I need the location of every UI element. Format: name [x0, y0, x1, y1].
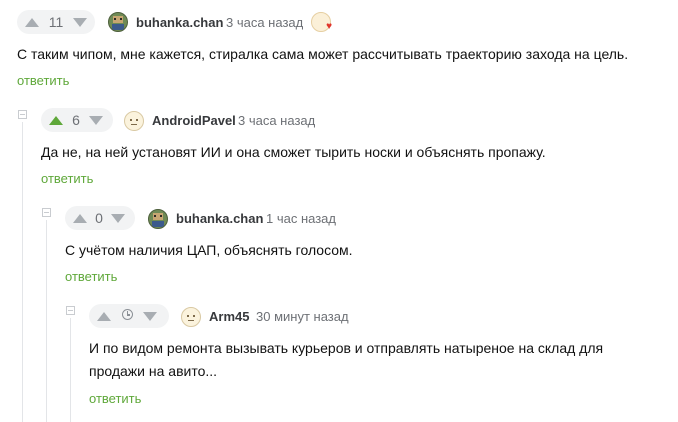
collapse-thread-button[interactable] — [18, 110, 27, 119]
vote-widget: 0 — [65, 206, 135, 230]
reply-link[interactable]: ответить — [41, 171, 93, 186]
comment-text: С таким чипом, мне кажется, стиралка сам… — [17, 43, 667, 66]
thread-line-level-2 — [46, 220, 47, 422]
comment-text-line: С таким чипом, мне кажется, стиралка сам… — [17, 46, 629, 62]
downvote-icon[interactable] — [73, 17, 87, 27]
upvote-icon[interactable] — [97, 311, 111, 321]
comment-author[interactable]: buhanka.chan — [176, 211, 263, 226]
comment-text: И по видом ремонта вызывать курьеров и о… — [89, 337, 669, 383]
upvote-icon[interactable] — [25, 17, 39, 27]
comment-text: Да не, на ней установят ИИ и она сможет … — [41, 141, 661, 164]
pixel-avatar-icon[interactable] — [108, 12, 128, 32]
vote-count: 11 — [48, 14, 64, 30]
vote-widget — [89, 304, 169, 328]
downvote-icon[interactable] — [111, 213, 125, 223]
downvote-icon[interactable] — [89, 115, 103, 125]
comment-author[interactable]: AndroidPavel — [152, 113, 236, 128]
pixel-avatar-icon[interactable] — [148, 209, 168, 229]
comment-author[interactable]: Arm45 — [209, 309, 249, 324]
vote-count: 6 — [72, 112, 80, 128]
comment-text-line: Да не, на ней установят ИИ и она сможет … — [41, 144, 546, 160]
default-avatar-icon[interactable] — [124, 111, 144, 131]
upvote-icon[interactable] — [49, 115, 63, 125]
thread-line-level-3 — [70, 318, 71, 422]
comment-time[interactable]: 30 минут назад — [256, 309, 349, 324]
comment-time[interactable]: 1 час назад — [266, 211, 336, 226]
vote-widget: 11 — [17, 10, 95, 34]
comment-author[interactable]: buhanka.chan — [136, 15, 223, 30]
comment-text-line: И по видом ремонта вызывать курьеров и о… — [89, 340, 604, 356]
thread-line-level-1 — [22, 122, 23, 422]
vote-count: 0 — [95, 210, 103, 226]
reply-link[interactable]: ответить — [89, 391, 141, 406]
reply-link[interactable]: ответить — [65, 269, 117, 284]
comment-text-line: продажи на авито... — [89, 363, 218, 379]
default-avatar-icon[interactable] — [181, 307, 201, 327]
reply-link[interactable]: ответить — [17, 73, 69, 88]
upvote-icon[interactable] — [73, 213, 87, 223]
vote-widget: 6 — [41, 108, 113, 132]
collapse-thread-button[interactable] — [42, 208, 51, 217]
collapse-thread-button[interactable] — [66, 306, 75, 315]
comment-text: С учётом наличия ЦАП, объяснять голосом. — [65, 239, 665, 262]
downvote-icon[interactable] — [143, 311, 157, 321]
clock-icon — [121, 309, 133, 320]
comment-time[interactable]: 3 часа назад — [226, 15, 303, 30]
comment-text-line: С учётом наличия ЦАП, объяснять голосом. — [65, 242, 353, 258]
heart-award-icon[interactable]: ♥ — [311, 12, 332, 32]
comment-time[interactable]: 3 часа назад — [238, 113, 315, 128]
